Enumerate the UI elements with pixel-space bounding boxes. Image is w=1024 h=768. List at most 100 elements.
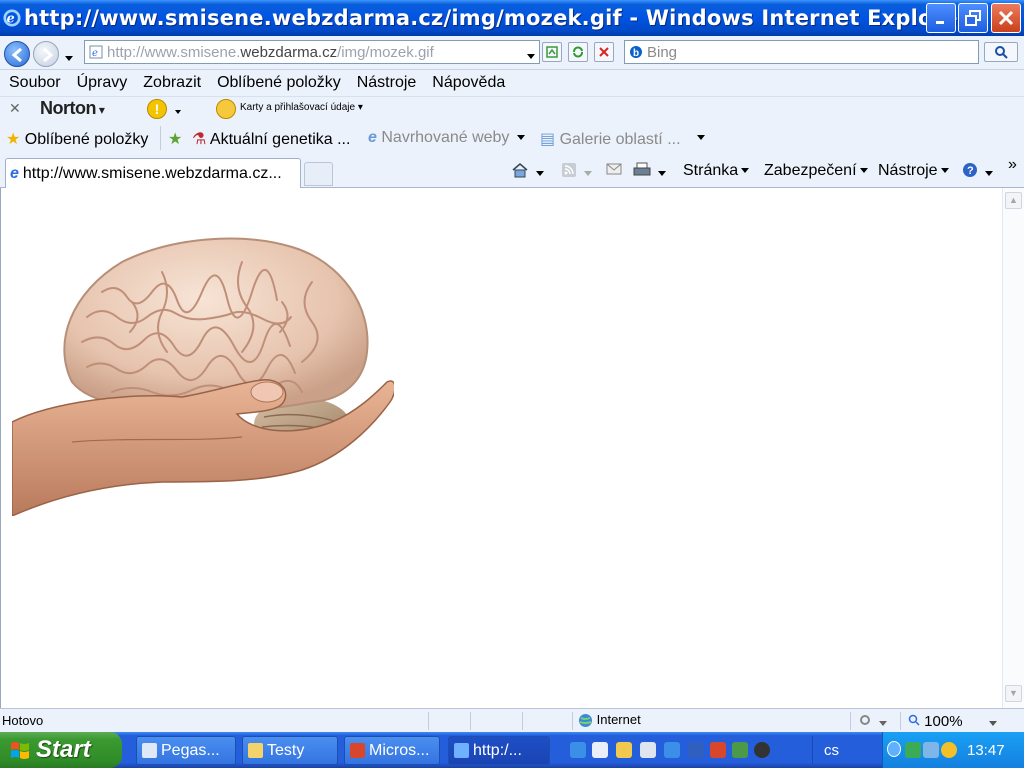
- history-dropdown-button[interactable]: [62, 50, 73, 65]
- zoom-button[interactable]: 100%: [908, 713, 963, 730]
- zoom-dropdown[interactable]: [986, 715, 997, 730]
- favorites-button[interactable]: ★ Oblíbené položky: [6, 129, 148, 149]
- menu-bar: Soubor Úpravy Zobrazit Oblíbené položky …: [0, 70, 1024, 96]
- quicklaunch-ie-icon[interactable]: [570, 742, 586, 758]
- tab-active[interactable]: e http://www.smisene.webzdarma.cz...: [5, 158, 301, 188]
- page-icon: ▤: [540, 131, 556, 148]
- menu-nastroje[interactable]: Nástroje: [357, 74, 417, 92]
- svg-text:b: b: [633, 48, 639, 59]
- compatibility-icon: [546, 46, 558, 58]
- suggested-sites-button[interactable]: e Navrhované weby: [368, 129, 525, 147]
- close-icon: [998, 10, 1014, 26]
- chevron-down-icon: [989, 721, 997, 727]
- search-button[interactable]: [984, 42, 1018, 62]
- stop-button[interactable]: [594, 42, 614, 62]
- forward-button[interactable]: [33, 41, 59, 67]
- cards-login-button[interactable]: Karty a přihlašovací údaje ▾: [240, 102, 363, 113]
- task-pegas[interactable]: Pegas...: [136, 736, 236, 765]
- address-input[interactable]: e http://www.smisene. webzdarma.cz/img/mo…: [84, 40, 540, 64]
- menu-oblibene[interactable]: Oblíbené položky: [217, 74, 341, 92]
- network-icon[interactable]: [905, 742, 921, 758]
- norton-brand[interactable]: Norton ▾: [40, 98, 105, 119]
- url-prefix: http://www.smisene.: [107, 43, 241, 61]
- menu-soubor[interactable]: Soubor: [9, 74, 61, 92]
- favorites-more-dropdown[interactable]: [694, 129, 705, 147]
- scroll-down-button[interactable]: ▼: [1005, 685, 1022, 702]
- restore-icon: [965, 10, 981, 26]
- menu-zobrazit[interactable]: Zobrazit: [143, 74, 201, 92]
- window-title-bar[interactable]: e http://www.smisene.webzdarma.cz/img/mo…: [0, 0, 1024, 36]
- pegasus-icon: [142, 743, 157, 758]
- address-dropdown-button[interactable]: [524, 48, 535, 63]
- add-favorites-icon[interactable]: ★: [168, 129, 182, 149]
- print-button[interactable]: [633, 162, 667, 183]
- status-bar: Hotovo Internet 100%: [0, 708, 1024, 732]
- start-button[interactable]: Start: [0, 732, 122, 768]
- task-microsoft[interactable]: Micros...: [344, 736, 440, 765]
- quicklaunch-powerpoint-icon[interactable]: [710, 742, 726, 758]
- chevron-down-icon: [878, 721, 887, 727]
- language-indicator[interactable]: cs: [824, 742, 839, 759]
- quicklaunch-ie2-icon[interactable]: [664, 742, 680, 758]
- new-tab-button[interactable]: [304, 162, 333, 186]
- security-menu-button[interactable]: Zabezpečení: [764, 162, 868, 180]
- back-button[interactable]: [4, 41, 30, 67]
- page-menu-button[interactable]: Stránka: [683, 162, 750, 180]
- quicklaunch-media-icon[interactable]: [640, 742, 656, 758]
- show-hidden-icons-button[interactable]: [887, 741, 901, 757]
- feeds-button[interactable]: [561, 162, 593, 183]
- warning-dropdown[interactable]: [172, 103, 181, 118]
- status-divider: [470, 712, 471, 730]
- quicklaunch-word-icon[interactable]: [688, 742, 704, 758]
- task-internet-explorer[interactable]: http:/...: [448, 736, 550, 765]
- favorite-link-genetika[interactable]: ⚗ Aktuální genetika ...: [192, 129, 350, 149]
- chevron-down-icon: [741, 168, 750, 174]
- page-content: ▲ ▼: [0, 188, 1024, 708]
- vertical-scrollbar[interactable]: ▲ ▼: [1002, 188, 1024, 708]
- refresh-icon: [573, 46, 583, 58]
- help-button[interactable]: ?: [962, 162, 994, 183]
- status-text: Hotovo: [2, 713, 44, 728]
- task-testy[interactable]: Testy: [242, 736, 338, 765]
- gear-icon: [860, 715, 870, 725]
- protected-mode-button[interactable]: [858, 713, 887, 730]
- back-arrow-icon: [11, 47, 22, 63]
- more-commands-button[interactable]: »: [1008, 156, 1017, 174]
- norton-tray-icon[interactable]: [941, 742, 957, 758]
- restore-button[interactable]: [958, 3, 988, 33]
- url-suffix: /img/mozek.gif: [337, 43, 434, 61]
- search-input[interactable]: b Bing: [624, 40, 979, 64]
- home-button[interactable]: [511, 162, 545, 183]
- quicklaunch-pegasus-icon[interactable]: [592, 742, 608, 758]
- star-icon: ★: [6, 131, 21, 148]
- close-toolbar-icon[interactable]: ✕: [9, 100, 21, 117]
- close-button[interactable]: [991, 3, 1021, 33]
- menu-napoveda[interactable]: Nápověda: [432, 74, 505, 92]
- stop-icon: [599, 47, 609, 57]
- svg-text:?: ?: [967, 165, 974, 177]
- chevron-down-icon: [985, 171, 994, 177]
- refresh-button[interactable]: [568, 42, 588, 62]
- quicklaunch-excel-icon[interactable]: [732, 742, 748, 758]
- web-slice-gallery-button[interactable]: ▤ Galerie oblastí ...: [540, 129, 681, 149]
- internet-zone[interactable]: Internet: [578, 712, 641, 728]
- warning-icon[interactable]: !: [147, 99, 167, 119]
- window-title: http://www.smisene.webzdarma.cz/img/moze…: [24, 6, 969, 30]
- compatibility-view-button[interactable]: [542, 42, 562, 62]
- lock-icon[interactable]: [216, 99, 236, 119]
- clock[interactable]: 13:47: [967, 742, 1005, 759]
- quicklaunch-folder-icon[interactable]: [616, 742, 632, 758]
- svg-text:e: e: [92, 48, 98, 59]
- menu-upravy[interactable]: Úpravy: [77, 74, 128, 92]
- address-bar: e http://www.smisene. webzdarma.cz/img/mo…: [0, 36, 1024, 70]
- magnifier-icon: [908, 714, 920, 726]
- bing-logo-icon: b: [630, 46, 642, 59]
- tools-menu-button[interactable]: Nástroje: [878, 162, 949, 180]
- minimize-button[interactable]: [926, 3, 956, 33]
- taskbar-divider: [812, 736, 813, 764]
- safely-remove-icon[interactable]: [923, 742, 939, 758]
- read-mail-button[interactable]: [606, 162, 622, 181]
- scroll-up-button[interactable]: ▲: [1005, 192, 1022, 209]
- quicklaunch-media-player-icon[interactable]: [754, 742, 770, 758]
- mail-icon: [606, 163, 622, 175]
